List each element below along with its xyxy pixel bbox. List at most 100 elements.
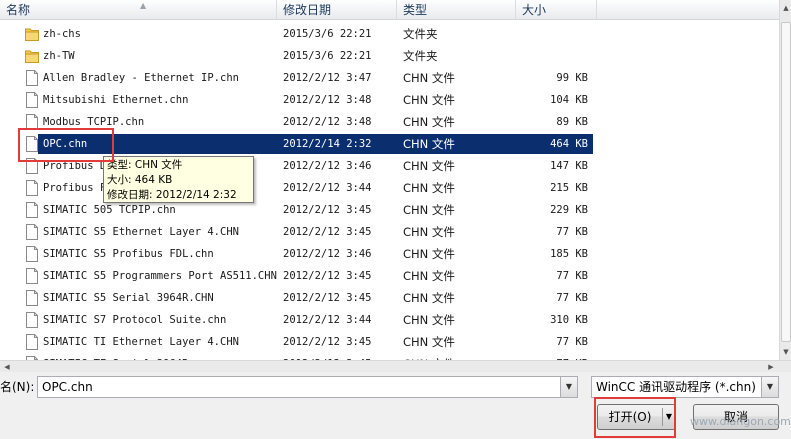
file-size: 89 KB — [556, 116, 588, 128]
file-row[interactable]: SIMATIC S5 Ethernet Layer 4.CHN 2012/2/12… — [0, 221, 779, 243]
file-date: 2012/2/12 3:46 — [283, 248, 372, 260]
file-date: 2012/2/12 3:48 — [283, 116, 372, 128]
file-icon — [26, 180, 38, 196]
highlight-box-selected-file — [18, 128, 114, 162]
filename-input[interactable] — [40, 378, 560, 396]
file-icon — [26, 92, 38, 108]
file-type: CHN 文件 — [403, 137, 455, 151]
file-date: 2012/2/12 3:47 — [283, 72, 372, 84]
file-type: 文件夹 — [403, 49, 438, 63]
filename-combobox[interactable]: ▼ — [37, 376, 578, 398]
file-name: SIMATIC S5 Programmers Port AS511.CHN — [43, 270, 277, 282]
file-icon — [26, 246, 38, 262]
file-row[interactable]: Modbus TCPIP.chn 2012/2/12 3:48 CHN 文件 89 K… — [0, 111, 779, 133]
file-row[interactable]: SIMATIC TI Ethernet Layer 4.CHN 2012/2/12… — [0, 331, 779, 353]
file-icon — [26, 224, 38, 240]
file-date: 2015/3/6 22:21 — [283, 28, 372, 40]
file-name: zh-TW — [43, 50, 75, 62]
file-date: 2012/2/12 3:44 — [283, 182, 372, 194]
file-size: 229 KB — [550, 204, 588, 216]
column-type[interactable]: 类型 — [397, 0, 516, 20]
file-date: 2012/2/12 3:45 — [283, 292, 372, 304]
vertical-scrollbar[interactable]: ▲ ▼ — [779, 0, 791, 360]
file-name: zh-chs — [43, 28, 81, 40]
column-size[interactable]: 大小 — [516, 0, 597, 20]
file-name: SIMATIC S7 Protocol Suite.chn — [43, 314, 227, 326]
file-name: SIMATIC S5 Serial 3964R.CHN — [43, 292, 214, 304]
file-date: 2012/2/12 3:45 — [283, 226, 372, 238]
file-date: 2012/2/12 3:45 — [283, 353, 372, 360]
file-icon — [26, 268, 38, 284]
file-size: 464 KB — [550, 138, 588, 150]
file-size: 77 KB — [520, 353, 588, 360]
file-size: 77 KB — [556, 270, 588, 282]
file-row[interactable]: Allen Bradley - Ethernet IP.chn 2012/2/12… — [0, 67, 779, 89]
file-row[interactable]: SIMATIC TF Serial 3964R 2012/2/12 3:45 CHN… — [0, 353, 779, 360]
file-type-select[interactable]: WinCC 通讯驱动程序 (*.chn) ▼ — [591, 376, 779, 398]
file-row[interactable]: SIMATIC S7 Protocol Suite.chn 2012/2/12 3… — [0, 309, 779, 331]
column-size-label: 大小 — [522, 3, 547, 17]
file-type: CHN 文件 — [403, 159, 455, 173]
file-type: CHN 文件 — [403, 225, 455, 239]
file-type: CHN 文件 — [403, 71, 455, 85]
file-size: 147 KB — [550, 160, 588, 172]
file-icon — [26, 290, 38, 306]
file-row[interactable]: SIMATIC S5 Serial 3964R.CHN 2012/2/12 3:4… — [0, 287, 779, 309]
file-type: CHN 文件 — [403, 181, 455, 195]
sort-up-icon: ▲ — [140, 1, 147, 10]
file-type: CHN 文件 — [403, 353, 455, 360]
file-size — [520, 23, 588, 45]
chevron-down-icon[interactable]: ▼ — [560, 377, 577, 397]
file-row[interactable]: zh-chs 2015/3/6 22:21 文件夹 — [0, 23, 779, 45]
file-name: SIMATIC TF Serial 3964R — [43, 353, 188, 360]
chevron-down-icon[interactable]: ▼ — [761, 377, 778, 397]
folder-icon — [25, 28, 39, 41]
file-info-tooltip: 类型: CHN 文件 大小: 464 KB 修改日期: 2012/2/14 2:… — [103, 156, 254, 203]
file-row[interactable]: SIMATIC S5 Programmers Port AS511.CHN 201… — [0, 265, 779, 287]
file-type: 文件夹 — [403, 27, 438, 41]
file-row[interactable]: OPC.chn 2012/2/14 2:32 CHN 文件 464 KB — [0, 133, 779, 155]
scroll-down-icon[interactable]: ▼ — [782, 347, 790, 357]
scroll-left-icon[interactable]: ◀ — [2, 362, 12, 372]
column-date-label: 修改日期 — [283, 3, 332, 17]
horizontal-scrollbar[interactable]: ◀ ▶ — [0, 360, 791, 372]
file-size: 185 KB — [550, 248, 588, 260]
file-type-value: WinCC 通讯驱动程序 (*.chn) — [596, 380, 756, 394]
file-size: 310 KB — [550, 314, 588, 326]
column-name[interactable]: 名称 ▲ — [0, 0, 277, 20]
file-date: 2012/2/12 3:44 — [283, 314, 372, 326]
scroll-thumb[interactable] — [781, 22, 791, 342]
file-type: CHN 文件 — [403, 203, 455, 217]
filename-label: 名(N): — [0, 380, 35, 394]
file-name: Mitsubishi Ethernet.chn — [43, 94, 189, 106]
file-icon — [26, 70, 38, 86]
file-date: 2012/2/12 3:48 — [283, 94, 372, 106]
tooltip-date: 修改日期: 2012/2/14 2:32 — [107, 189, 237, 201]
folder-icon — [25, 50, 39, 63]
column-type-label: 类型 — [403, 3, 428, 17]
file-type: CHN 文件 — [403, 247, 455, 261]
file-type: CHN 文件 — [403, 291, 455, 305]
file-icon — [26, 202, 38, 218]
watermark: www.diangon.com — [690, 415, 791, 428]
file-type: CHN 文件 — [403, 93, 455, 107]
scroll-up-icon[interactable]: ▲ — [782, 3, 790, 13]
file-row[interactable]: zh-TW 2015/3/6 22:21 文件夹 — [0, 45, 779, 67]
file-date: 2015/3/6 22:21 — [283, 50, 372, 62]
scroll-right-icon[interactable]: ▶ — [766, 362, 776, 372]
file-type: CHN 文件 — [403, 335, 455, 349]
column-header: 名称 ▲ 修改日期 类型 大小 — [0, 0, 779, 20]
column-name-label: 名称 — [6, 3, 31, 17]
file-type: CHN 文件 — [403, 313, 455, 327]
file-size: 77 KB — [556, 226, 588, 238]
file-row[interactable]: Mitsubishi Ethernet.chn 2012/2/12 3:48 CHN… — [0, 89, 779, 111]
file-icon — [26, 334, 38, 350]
file-size: 104 KB — [550, 94, 588, 106]
file-name: SIMATIC TI Ethernet Layer 4.CHN — [43, 336, 239, 348]
file-row[interactable]: SIMATIC S5 Profibus FDL.chn 2012/2/12 3:4… — [0, 243, 779, 265]
file-type: CHN 文件 — [403, 269, 455, 283]
column-date[interactable]: 修改日期 — [277, 0, 397, 20]
file-name: SIMATIC S5 Ethernet Layer 4.CHN — [43, 226, 239, 238]
file-size — [520, 45, 588, 67]
highlight-box-open-button — [594, 397, 676, 438]
